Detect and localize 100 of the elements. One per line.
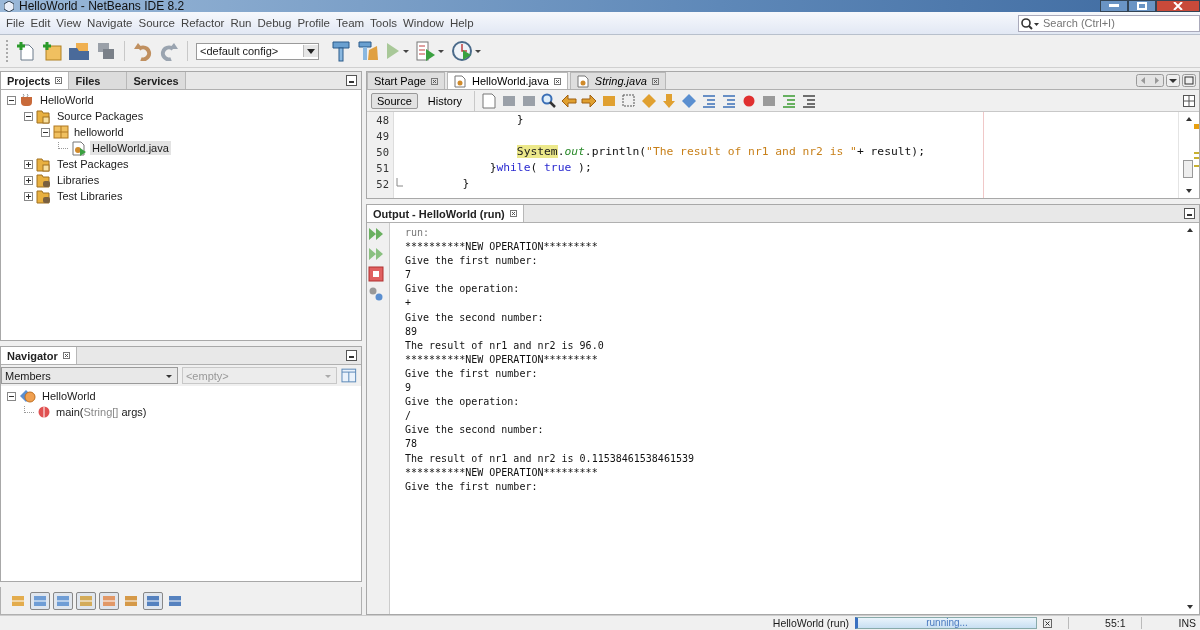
- panel-tab[interactable]: Projects: [1, 72, 70, 89]
- expander-icon[interactable]: [24, 159, 33, 169]
- close-icon[interactable]: [62, 352, 70, 359]
- menu-item[interactable]: Source: [135, 17, 178, 29]
- search-field[interactable]: Search (Ctrl+I): [1018, 14, 1200, 32]
- editor-tab[interactable]: HelloWorld.java: [447, 72, 568, 89]
- output-line: Give the first number:: [405, 254, 539, 269]
- gauge-icon[interactable]: [451, 40, 473, 62]
- menu-item[interactable]: Navigate: [84, 17, 136, 29]
- panel-tab[interactable]: Navigator: [1, 347, 77, 364]
- class-icon: [19, 388, 37, 404]
- output-line: Give the operation:: [405, 395, 521, 410]
- menu-item[interactable]: Tools: [367, 17, 400, 29]
- minimize-icon[interactable]: [346, 75, 357, 86]
- java-file-icon: [71, 140, 87, 156]
- expander-icon[interactable]: [24, 191, 33, 201]
- folder-icon: [36, 108, 52, 124]
- close-icon[interactable]: [553, 77, 561, 85]
- indent-icon[interactable]: [721, 92, 738, 109]
- menu-item[interactable]: Profile: [294, 17, 333, 29]
- line-number: 49: [375, 129, 390, 144]
- minimize-icon[interactable]: [346, 350, 357, 361]
- panel-tab[interactable]: Services: [127, 72, 186, 89]
- close-icon[interactable]: [651, 77, 659, 85]
- settings-icon[interactable]: [368, 286, 384, 302]
- box-icon[interactable]: [53, 591, 73, 610]
- tree-item[interactable]: Test Packages: [55, 157, 131, 171]
- scroll-arrow-icon[interactable]: [1186, 604, 1194, 610]
- windows-icon[interactable]: [96, 41, 116, 61]
- view-toggle[interactable]: History: [421, 92, 469, 109]
- folder-icon: [36, 172, 52, 188]
- document-icon[interactable]: [481, 92, 498, 109]
- tree-item[interactable]: Libraries: [55, 173, 102, 187]
- task-name: HelloWorld (run): [772, 617, 850, 629]
- tree-item[interactable]: HelloWorld.java: [90, 141, 171, 155]
- cancel-icon[interactable]: [1043, 618, 1053, 628]
- code-line: }: [461, 177, 470, 190]
- arrow-icon[interactable]: [561, 92, 578, 109]
- tree-item[interactable]: HelloWorld: [38, 93, 96, 107]
- arrow-icon[interactable]: [581, 92, 598, 109]
- minimize-icon[interactable]: [1184, 208, 1195, 219]
- tree-item[interactable]: helloworld: [72, 125, 126, 139]
- menu-item[interactable]: File: [3, 17, 28, 29]
- output-line: Give the second number:: [405, 310, 545, 325]
- lines-icon[interactable]: [801, 92, 818, 109]
- members-dropdown[interactable]: Members: [1, 367, 178, 384]
- folder-icon[interactable]: [68, 41, 90, 61]
- window-icon[interactable]: [341, 368, 357, 383]
- selection-icon[interactable]: [621, 92, 638, 109]
- restore-button[interactable]: [1128, 0, 1156, 12]
- close-icon[interactable]: [509, 210, 517, 217]
- tree-item[interactable]: HelloWorld: [40, 389, 98, 403]
- caret-icon: [303, 45, 318, 57]
- dropdown-icon[interactable]: [1166, 74, 1180, 87]
- hammer-broom-icon[interactable]: [357, 40, 379, 62]
- close-icon[interactable]: [431, 77, 438, 85]
- insert-mode: INS: [1178, 617, 1196, 629]
- menu-item[interactable]: Window: [399, 17, 447, 29]
- menu-item[interactable]: Edit: [27, 17, 54, 29]
- new-folder-icon[interactable]: [42, 41, 62, 61]
- undo-icon[interactable]: [133, 41, 153, 61]
- editor-tab[interactable]: Start Page: [367, 72, 445, 89]
- tree-item[interactable]: Source Packages: [55, 109, 146, 123]
- tree-item[interactable]: Test Libraries: [55, 189, 125, 203]
- editor-tab[interactable]: String.java: [569, 72, 666, 89]
- panel-tab[interactable]: Output - HelloWorld (run): [367, 205, 524, 222]
- minimize-button[interactable]: [1100, 0, 1128, 12]
- output-line: 89: [405, 324, 419, 339]
- output-line: **********NEW OPERATION*********: [405, 465, 599, 480]
- expander-icon[interactable]: [7, 95, 16, 105]
- menu-item[interactable]: View: [53, 17, 85, 29]
- split-icon[interactable]: [1183, 94, 1195, 107]
- menu-item[interactable]: Run: [227, 17, 255, 29]
- indent-icon[interactable]: [701, 92, 718, 109]
- panel-tab[interactable]: Files: [69, 72, 128, 89]
- rerun-icon[interactable]: [368, 226, 384, 242]
- expander-icon[interactable]: [24, 175, 33, 185]
- scrollbar-thumb[interactable]: [1183, 160, 1193, 178]
- close-button[interactable]: [1156, 0, 1200, 12]
- output-line: /: [405, 409, 413, 424]
- expander-icon[interactable]: [7, 391, 16, 401]
- search-icon[interactable]: [541, 92, 558, 109]
- menu-item[interactable]: Team: [333, 17, 368, 29]
- config-dropdown[interactable]: <default config>: [196, 42, 319, 60]
- menu-item[interactable]: Refactor: [177, 17, 228, 29]
- code-line: }: [515, 113, 524, 126]
- tree-item[interactable]: main(String[] args): [54, 405, 149, 419]
- scroll-arrow-icon[interactable]: [1185, 188, 1193, 194]
- hammer-icon[interactable]: [331, 40, 351, 62]
- stop-icon[interactable]: [368, 266, 384, 282]
- close-icon[interactable]: [55, 77, 63, 84]
- menu-item[interactable]: Debug: [254, 17, 295, 29]
- scroll-arrow-icon[interactable]: [1185, 116, 1193, 122]
- box-icon[interactable]: [30, 591, 50, 610]
- expander-icon[interactable]: [41, 127, 50, 137]
- new-file-icon[interactable]: [16, 41, 36, 61]
- expander-icon[interactable]: [24, 111, 33, 121]
- scroll-arrow-icon[interactable]: [1186, 227, 1194, 233]
- menu-item[interactable]: Help: [446, 17, 477, 29]
- view-toggle[interactable]: Source: [371, 92, 418, 109]
